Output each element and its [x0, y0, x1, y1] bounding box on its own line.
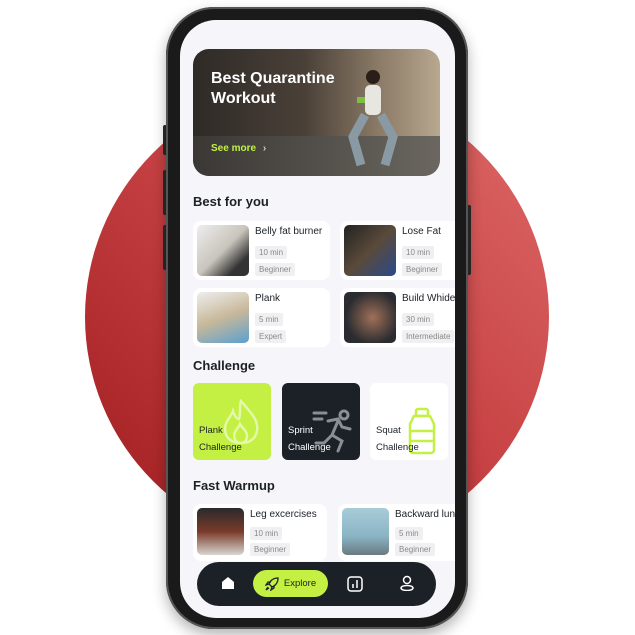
rocket-icon: [264, 576, 279, 591]
duration-badge: 10 min: [402, 246, 435, 259]
warmup-card[interactable]: Backward lunge 5 min Beginner: [338, 504, 455, 561]
duration-badge: 5 min: [255, 313, 283, 326]
duration-badge: 10 min: [255, 246, 288, 259]
chart-icon[interactable]: [347, 576, 363, 592]
phone-screen: Best Quarantine Workout See more › Best …: [180, 20, 455, 618]
workout-card[interactable]: Belly fat burner 10 min Beginner: [193, 221, 330, 280]
nav-explore-button[interactable]: Explore: [253, 570, 328, 597]
home-icon[interactable]: [220, 575, 236, 591]
section-title-fast-warmup: Fast Warmup: [193, 478, 275, 493]
warmup-name: Leg excercises: [250, 509, 317, 520]
see-more-link[interactable]: See more ›: [211, 143, 266, 154]
chevron-right-icon: ›: [262, 143, 267, 154]
nav-explore-label: Explore: [283, 578, 317, 589]
workout-image: [197, 225, 249, 276]
level-badge: Intermediate: [402, 330, 455, 343]
duration-badge: 10 min: [250, 527, 283, 540]
warmup-image: [342, 508, 389, 555]
challenge-label: Sprint Challenge: [288, 425, 331, 453]
workout-image: [344, 225, 396, 276]
workout-name: Build Whide: [402, 293, 455, 304]
workout-card[interactable]: Lose Fat 10 min Beginner: [340, 221, 455, 280]
workout-name: Belly fat burner: [255, 226, 323, 237]
challenge-tile-plank[interactable]: Plank Challenge: [193, 383, 271, 460]
workout-image: [197, 292, 249, 343]
hero-title: Best Quarantine Workout: [211, 70, 335, 107]
see-more-label: See more: [211, 143, 257, 154]
duration-badge: 30 min: [402, 313, 435, 326]
level-badge: Beginner: [402, 263, 443, 276]
challenge-tile-sprint[interactable]: Sprint Challenge: [282, 383, 360, 460]
workout-card[interactable]: Build Whide 30 min Intermediate: [340, 288, 455, 347]
hero-banner[interactable]: Best Quarantine Workout See more ›: [193, 49, 440, 176]
bottom-nav: Explore: [197, 562, 436, 606]
workout-name: Plank: [255, 293, 281, 304]
warmup-name: Backward lunge: [395, 509, 455, 520]
level-badge: Beginner: [255, 263, 296, 276]
profile-icon[interactable]: [399, 575, 415, 591]
level-badge: Beginner: [395, 543, 436, 556]
workout-name: Lose Fat: [402, 226, 441, 237]
challenge-label: Squat Challenge: [376, 425, 419, 453]
workout-image: [344, 292, 396, 343]
warmup-card[interactable]: Leg excercises 10 min Beginner: [193, 504, 327, 561]
section-title-challenge: Challenge: [193, 358, 256, 373]
level-badge: Beginner: [250, 543, 291, 556]
challenge-tile-squat[interactable]: Squat Challenge: [370, 383, 448, 460]
warmup-image: [197, 508, 244, 555]
duration-badge: 5 min: [395, 527, 423, 540]
level-badge: Expert: [255, 330, 287, 343]
workout-card[interactable]: Plank 5 min Expert: [193, 288, 330, 347]
challenge-label: Plank Challenge: [199, 425, 242, 453]
section-title-best-for-you: Best for you: [193, 194, 269, 209]
